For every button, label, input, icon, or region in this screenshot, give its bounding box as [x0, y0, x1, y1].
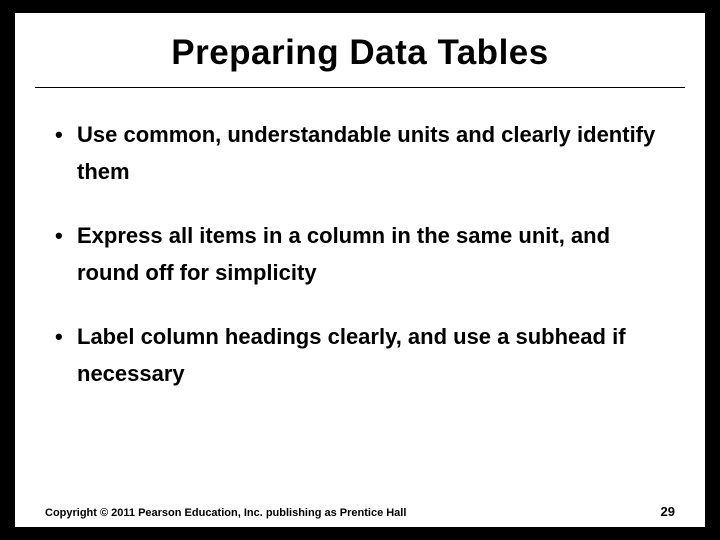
footer: Copyright © 2011 Pearson Education, Inc.… — [15, 504, 705, 519]
page-number: 29 — [661, 504, 675, 519]
list-item: Label column headings clearly, and use a… — [49, 318, 671, 393]
list-item: Express all items in a column in the sam… — [49, 217, 671, 292]
copyright-text: Copyright © 2011 Pearson Education, Inc.… — [45, 507, 406, 519]
title-container: Preparing Data Tables — [35, 13, 685, 88]
list-item: Use common, understandable units and cle… — [49, 116, 671, 191]
content-area: Use common, understandable units and cle… — [15, 88, 705, 392]
slide-title: Preparing Data Tables — [35, 33, 685, 73]
bullet-list: Use common, understandable units and cle… — [49, 116, 671, 392]
slide: Preparing Data Tables Use common, unders… — [14, 12, 706, 528]
